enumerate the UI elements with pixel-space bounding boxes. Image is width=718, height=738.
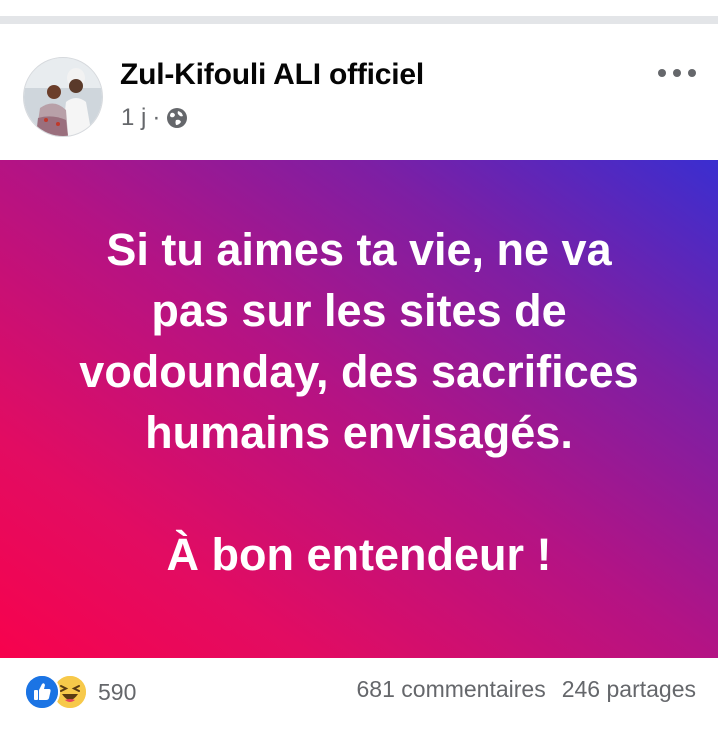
meta-separator: · — [152, 104, 161, 131]
engagement-stats: 681 commentaires 246 partages — [357, 676, 696, 703]
post-header: Zul-Kifouli ALI officiel 1 j · — [0, 24, 718, 160]
shares-count-link[interactable]: 246 partages — [562, 676, 696, 703]
post-text-spacer — [39, 463, 679, 524]
more-options-button[interactable] — [652, 58, 702, 88]
feed-divider — [0, 16, 718, 24]
post-text-line: pas sur les sites de — [151, 285, 567, 336]
post-text-line: humains envisagés. — [145, 407, 573, 458]
author-avatar[interactable] — [23, 57, 103, 137]
reaction-count: 590 — [98, 678, 137, 705]
like-icon — [24, 674, 60, 710]
post-meta: 1 j · — [121, 104, 188, 132]
post-time[interactable]: 1 j — [121, 104, 146, 132]
post-text-line: Si tu aimes ta vie, ne va — [106, 224, 612, 275]
reactions-summary[interactable]: 590 — [24, 674, 136, 710]
author-name[interactable]: Zul-Kifouli ALI officiel — [120, 58, 424, 92]
more-options-icon — [658, 69, 696, 77]
post-text: Si tu aimes ta vie, ne va pas sur les si… — [39, 219, 679, 585]
globe-icon — [166, 107, 188, 129]
avatar-image — [24, 58, 102, 136]
post-text-closing: À bon entendeur ! — [166, 529, 552, 580]
comments-count-link[interactable]: 681 commentaires — [357, 676, 546, 703]
post-background[interactable]: Si tu aimes ta vie, ne va pas sur les si… — [0, 160, 718, 658]
post-text-line: vodounday, des sacrifices — [79, 346, 639, 397]
post-footer: 590 681 commentaires 246 partages — [0, 658, 718, 738]
